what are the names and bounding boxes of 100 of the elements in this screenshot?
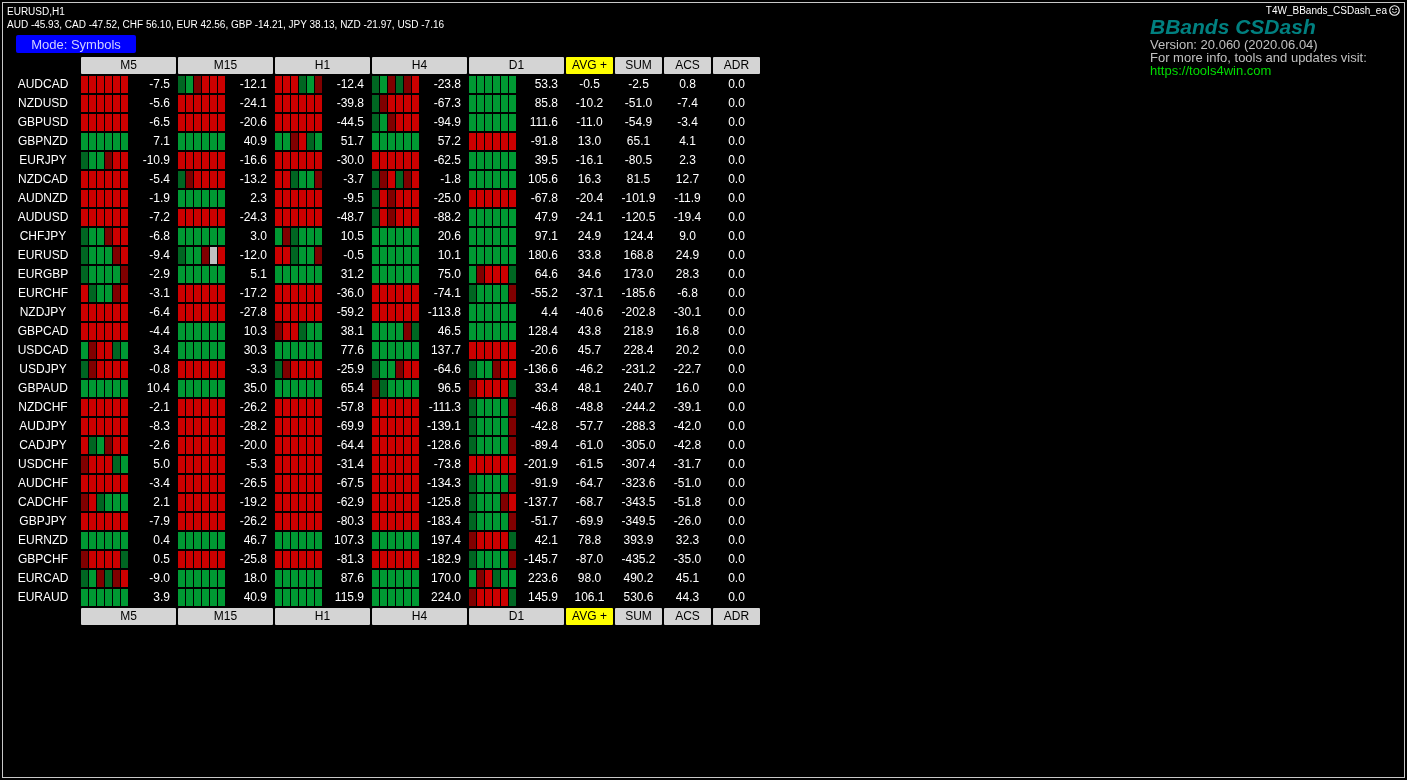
- timeframe-value: 53.3: [533, 76, 559, 93]
- timeframe-value: 197.4: [429, 532, 462, 549]
- acs-value: 2.3: [678, 152, 697, 169]
- symbol-label[interactable]: USDJPY: [7, 361, 79, 378]
- timeframe-value: -111.3: [427, 399, 462, 416]
- mode-button[interactable]: Mode: Symbols: [16, 35, 136, 53]
- acs-value: 4.1: [678, 133, 697, 150]
- adr-value: 0.0: [727, 323, 746, 340]
- symbol-label[interactable]: GBPJPY: [7, 513, 79, 530]
- acs-value: -3.4: [676, 114, 699, 131]
- symbol-label[interactable]: GBPAUD: [7, 380, 79, 397]
- symbol-label[interactable]: GBPCAD: [7, 323, 79, 340]
- timeframe-value: -1.9: [148, 190, 171, 207]
- symbol-label[interactable]: AUDUSD: [7, 209, 79, 226]
- column-header[interactable]: H4: [372, 57, 467, 74]
- symbol-label[interactable]: EURGBP: [7, 266, 79, 283]
- sum-value: -80.5: [623, 152, 654, 169]
- symbol-label[interactable]: NZDUSD: [7, 95, 79, 112]
- column-header[interactable]: SUM: [615, 608, 662, 625]
- symbol-label[interactable]: EURCHF: [7, 285, 79, 302]
- timeframe-value: -9.4: [148, 247, 171, 264]
- symbol-label[interactable]: GBPNZD: [7, 133, 79, 150]
- timeframe-value: -2.1: [148, 399, 171, 416]
- timeframe-value: -20.6: [238, 114, 268, 131]
- timeframe-value: -73.8: [432, 456, 462, 473]
- column-header[interactable]: AVG +: [566, 57, 613, 74]
- avg-value: 98.0: [576, 570, 603, 587]
- column-header[interactable]: M15: [178, 57, 273, 74]
- symbol-label[interactable]: EURJPY: [7, 152, 79, 169]
- timeframe-value: -25.9: [335, 361, 365, 378]
- column-header[interactable]: AVG +: [566, 608, 613, 625]
- symbol-label[interactable]: EURCAD: [7, 570, 79, 587]
- avg-value: -11.0: [575, 114, 604, 131]
- avg-value: 45.7: [576, 342, 603, 359]
- avg-value: -16.1: [574, 152, 605, 169]
- symbol-label[interactable]: AUDNZD: [7, 190, 79, 207]
- symbol-label[interactable]: USDCHF: [7, 456, 79, 473]
- column-header[interactable]: SUM: [615, 57, 662, 74]
- symbol-label[interactable]: CHFJPY: [7, 228, 79, 245]
- timeframe-value: 4.4: [540, 304, 559, 321]
- column-header[interactable]: ADR: [713, 57, 760, 74]
- timeframe-value: -3.7: [342, 171, 365, 188]
- acs-value: -19.4: [672, 209, 703, 226]
- symbol-label[interactable]: AUDCHF: [7, 475, 79, 492]
- timeframe-value: -0.5: [342, 247, 365, 264]
- acs-value: 0.8: [678, 76, 697, 93]
- symbol-label[interactable]: USDCAD: [7, 342, 79, 359]
- column-header[interactable]: H4: [372, 608, 467, 625]
- symbol-label[interactable]: NZDJPY: [7, 304, 79, 321]
- column-header[interactable]: M5: [81, 57, 176, 74]
- symbol-label[interactable]: GBPCHF: [7, 551, 79, 568]
- column-header[interactable]: H1: [275, 608, 370, 625]
- avg-value: 48.1: [576, 380, 603, 397]
- acs-value: -35.0: [672, 551, 703, 568]
- symbol-label[interactable]: EURNZD: [7, 532, 79, 549]
- sum-value: -202.8: [620, 304, 657, 321]
- timeframe-value: 111.6: [528, 114, 559, 131]
- timeframe-value: 115.9: [333, 589, 365, 606]
- timeframe-value: -9.5: [342, 190, 365, 207]
- timeframe-value: -12.4: [335, 76, 365, 93]
- symbol-label[interactable]: EURAUD: [7, 589, 79, 606]
- timeframe-value: -67.3: [432, 95, 462, 112]
- timeframe-value: -48.7: [335, 209, 365, 226]
- timeframe-value: -31.4: [335, 456, 365, 473]
- symbol-label[interactable]: EURUSD: [7, 247, 79, 264]
- timeframe-value: -183.4: [425, 513, 462, 530]
- symbol-label[interactable]: CADCHF: [7, 494, 79, 511]
- column-header[interactable]: M5: [81, 608, 176, 625]
- website-link[interactable]: https://tools4win.com: [1150, 64, 1272, 78]
- symbol-label[interactable]: CADJPY: [7, 437, 79, 454]
- adr-value: 0.0: [727, 475, 746, 492]
- column-header[interactable]: H1: [275, 57, 370, 74]
- column-header[interactable]: ACS: [664, 608, 711, 625]
- timeframe-value: -57.8: [335, 399, 365, 416]
- symbol-label[interactable]: NZDCHF: [7, 399, 79, 416]
- timeframe-value: -182.9: [425, 551, 462, 568]
- sum-value: 81.5: [625, 171, 652, 188]
- column-header[interactable]: D1: [469, 57, 564, 74]
- timeframe-value: -67.5: [335, 475, 365, 492]
- symbol-label[interactable]: GBPUSD: [7, 114, 79, 131]
- timeframe-value: -2.9: [148, 266, 171, 283]
- symbol-label[interactable]: AUDJPY: [7, 418, 79, 435]
- avg-value: 13.0: [576, 133, 603, 150]
- column-header[interactable]: M15: [178, 608, 273, 625]
- timeframe-value: 46.5: [436, 323, 462, 340]
- sum-value: -244.2: [620, 399, 657, 416]
- avg-value: -68.7: [574, 494, 605, 511]
- symbol-label[interactable]: AUDCAD: [7, 76, 79, 93]
- column-header[interactable]: D1: [469, 608, 564, 625]
- column-header[interactable]: ADR: [713, 608, 760, 625]
- adr-value: 0.0: [727, 152, 746, 169]
- timeframe-value: 128.4: [526, 323, 559, 340]
- timeframe-value: -25.0: [432, 190, 462, 207]
- timeframe-value: -27.8: [238, 304, 268, 321]
- timeframe-value: 5.1: [249, 266, 268, 283]
- column-header[interactable]: ACS: [664, 57, 711, 74]
- symbol-label[interactable]: NZDCAD: [7, 171, 79, 188]
- currency-strength-text: AUD -45.93, CAD -47.52, CHF 56.10, EUR 42.56, GBP -14.21, JPY 38.13, NZD -21.97, USD -7.16: [7, 18, 446, 31]
- timeframe-value: 105.6: [526, 171, 559, 188]
- timeframe-value: 20.6: [436, 228, 462, 245]
